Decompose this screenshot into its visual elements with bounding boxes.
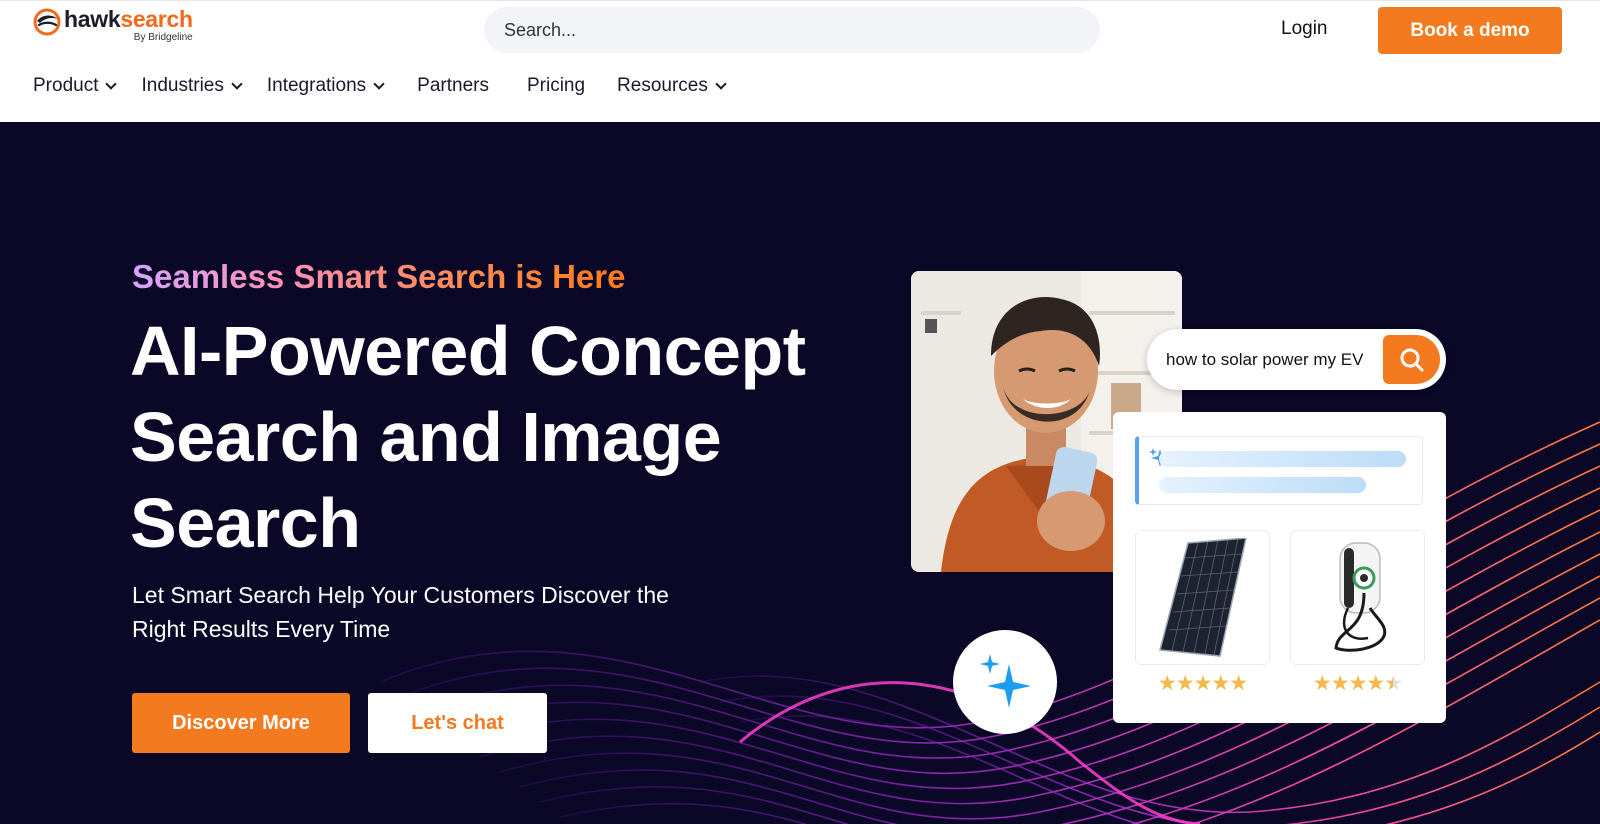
nav-label: Resources xyxy=(617,75,708,96)
discover-more-button[interactable]: Discover More xyxy=(132,693,350,753)
product-card-ev-charger[interactable] xyxy=(1290,530,1425,665)
login-link[interactable]: Login xyxy=(1281,18,1328,40)
product-rating-1: ★★★★★ xyxy=(1135,671,1270,695)
star-icon: ★ xyxy=(1157,671,1177,695)
demo-search-query: how to solar power my EV xyxy=(1166,349,1364,369)
star-icon: ★ xyxy=(1348,671,1368,695)
sparkle-icon xyxy=(980,654,1031,708)
ev-charger-image xyxy=(1333,541,1386,652)
nav-item-integrations[interactable]: Integrations xyxy=(266,75,385,97)
ai-answer-line xyxy=(1159,451,1406,467)
site-search-input[interactable] xyxy=(484,7,1100,53)
nav-label: Product xyxy=(33,75,99,96)
search-icon xyxy=(1400,348,1423,371)
ai-answer-line xyxy=(1159,477,1366,493)
nav-label: Partners xyxy=(417,75,489,96)
product-card-solar-panel[interactable] xyxy=(1135,530,1270,665)
nav-item-industries[interactable]: Industries xyxy=(141,75,243,97)
logo-word-hawk: hawk xyxy=(64,6,121,32)
chevron-down-icon xyxy=(715,77,727,90)
star-icon: ★ xyxy=(1193,671,1213,695)
star-half-icon: ★ xyxy=(1384,671,1403,695)
hawk-logo-icon xyxy=(33,8,61,36)
star-icon: ★ xyxy=(1330,671,1350,695)
hero-subhead: Let Smart Search Help Your Customers Dis… xyxy=(132,582,669,642)
ai-sparkle-badge xyxy=(953,630,1057,734)
hero-section: Seamless Smart Search is Here AI-Powered… xyxy=(0,122,1600,824)
chevron-down-icon xyxy=(231,77,243,90)
hero-eyebrow: Seamless Smart Search is Here xyxy=(132,258,626,295)
main-nav: Product Industries Integrations Partners… xyxy=(33,73,751,99)
nav-item-product[interactable]: Product xyxy=(33,75,118,97)
nav-item-resources[interactable]: Resources xyxy=(617,75,727,97)
product-rating-2: ★★★★★ xyxy=(1290,671,1425,695)
book-demo-button[interactable]: Book a demo xyxy=(1378,7,1562,54)
site-header: hawksearch By Bridgeline Login Book a de… xyxy=(0,0,1600,122)
nav-label: Pricing xyxy=(526,75,586,96)
star-icon: ★ xyxy=(1229,671,1248,695)
chevron-down-icon xyxy=(105,77,118,90)
star-icon: ★ xyxy=(1175,671,1195,695)
logo-word-search: search xyxy=(120,6,193,32)
star-icon: ★ xyxy=(1211,671,1230,695)
nav-label: Integrations xyxy=(266,75,367,96)
star-icon: ★ xyxy=(1366,671,1385,695)
demo-search-button[interactable] xyxy=(1383,335,1440,384)
star-icon: ★ xyxy=(1312,671,1332,695)
ai-answer-box xyxy=(1135,436,1423,505)
logo[interactable]: hawksearch By Bridgeline xyxy=(33,8,193,48)
hero-headline: AI-Powered Concept Search and Image Sear… xyxy=(130,312,806,562)
demo-results-card: ★★★★★ ★★★★★ xyxy=(1113,412,1446,723)
chevron-down-icon xyxy=(373,77,385,90)
nav-label: Industries xyxy=(141,75,224,96)
logo-subtitle: By Bridgeline xyxy=(133,32,193,43)
lets-chat-button[interactable]: Let's chat xyxy=(368,693,547,753)
demo-search-bar: how to solar power my EV xyxy=(1147,329,1446,390)
solar-panel-image xyxy=(1158,537,1247,657)
nav-item-partners[interactable]: Partners xyxy=(417,75,489,97)
nav-item-pricing[interactable]: Pricing xyxy=(527,75,585,97)
